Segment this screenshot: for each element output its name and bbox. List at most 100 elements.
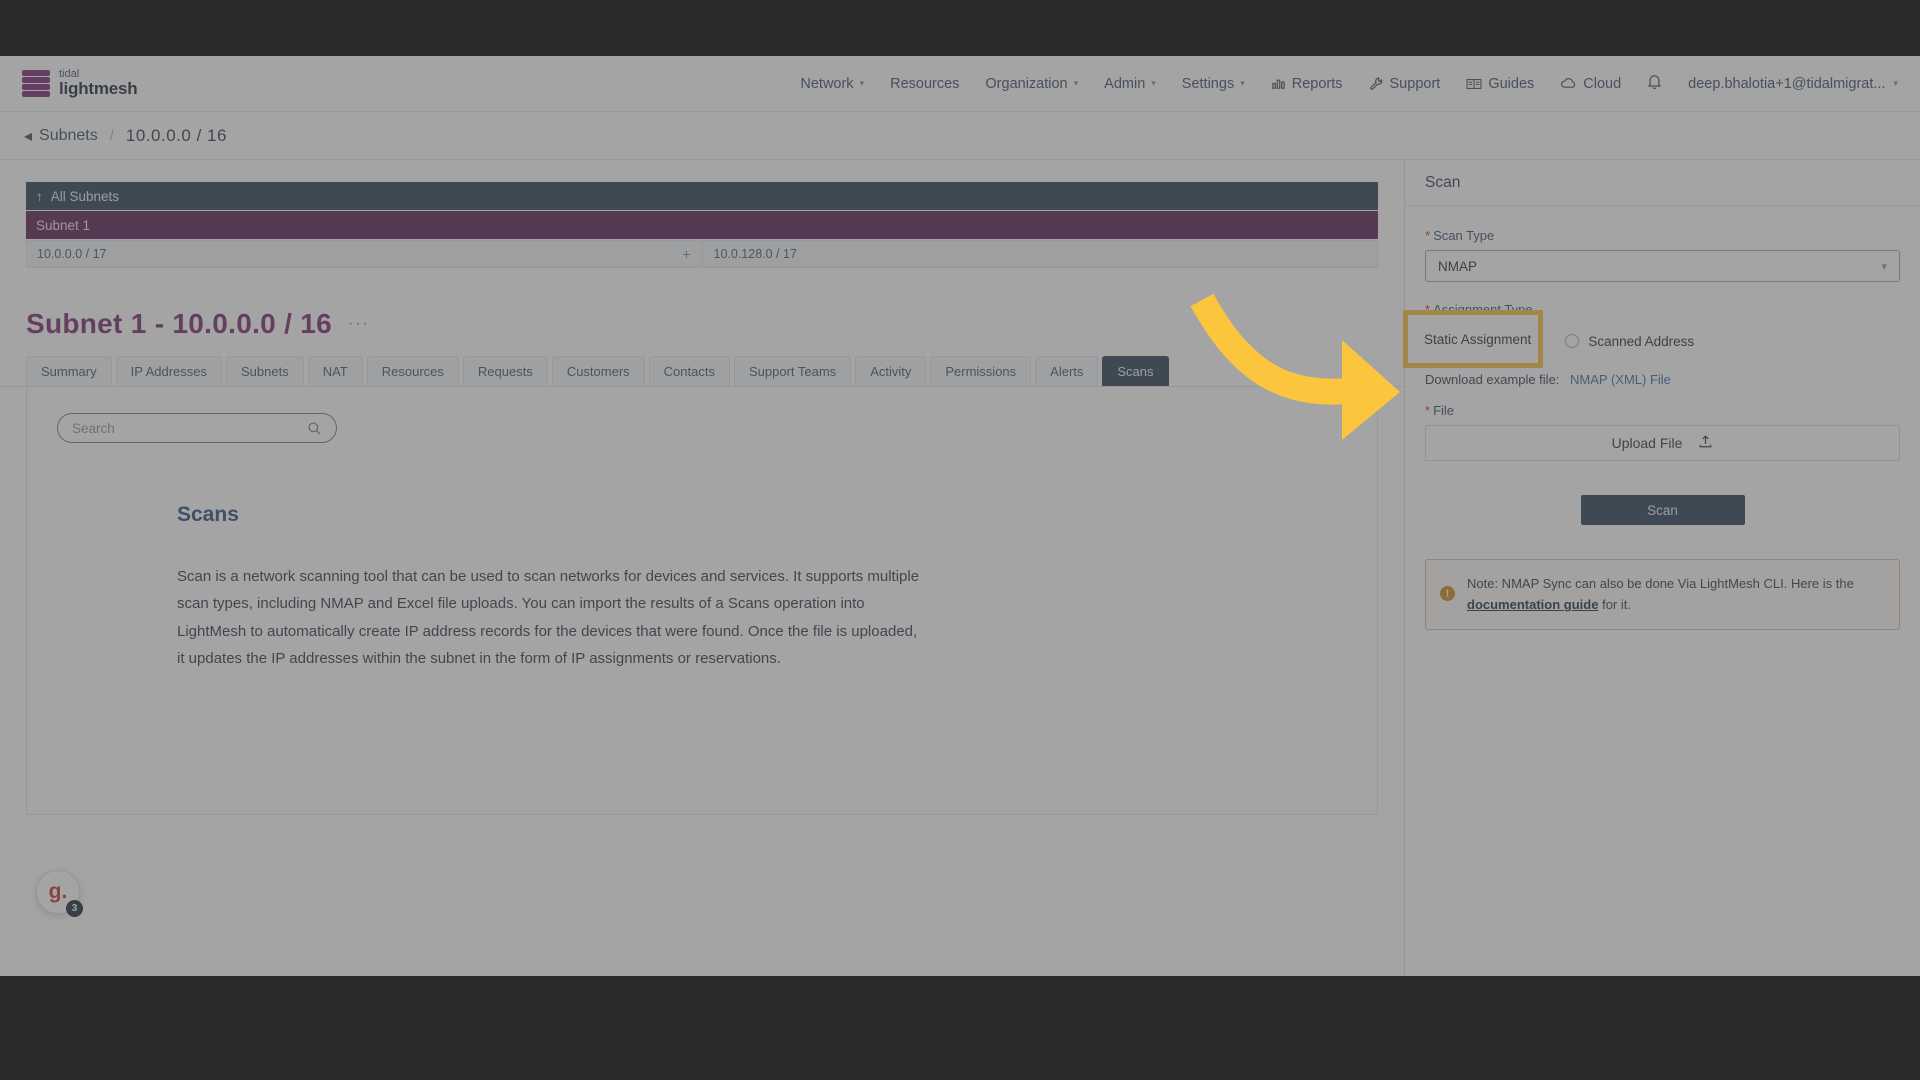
nav-label-organization: Organization <box>985 75 1068 92</box>
upload-file-button[interactable]: Upload File <box>1425 425 1900 461</box>
bell-icon[interactable] <box>1647 73 1662 94</box>
bar-all-subnets[interactable]: ↑ All Subnets <box>26 182 1378 210</box>
download-example-link[interactable]: NMAP (XML) File <box>1570 372 1671 387</box>
wrench-icon <box>1369 76 1384 91</box>
nav-item-reports[interactable]: Reports <box>1271 76 1343 92</box>
application-window: tidal lightmesh Network ▾ Resources Orga… <box>0 56 1920 976</box>
file-label: * File <box>1425 403 1900 418</box>
breadcrumb-separator: / <box>109 127 114 144</box>
nav-item-admin[interactable]: Admin ▾ <box>1104 76 1156 92</box>
nav-item-support[interactable]: Support <box>1369 76 1440 92</box>
tab-requests-label: Requests <box>477 364 533 379</box>
radio-static-assignment[interactable]: Static Assignment <box>1408 332 1531 347</box>
scan-type-label: * Scan Type <box>1425 228 1900 243</box>
cli-note-text-after: for it. <box>1602 597 1631 613</box>
nav-label-reports: Reports <box>1291 75 1343 92</box>
breadcrumb-current: 10.0.0.0 / 16 <box>125 125 227 145</box>
scan-type-label-text: Scan Type <box>1433 228 1495 243</box>
breadcrumb: ◂ Subnets / 10.0.0.0 / 16 <box>0 112 1920 160</box>
tab-requests[interactable]: Requests <box>462 356 548 386</box>
main-content: ↑ All Subnets Subnet 1 10.0.0.0 / 17 + 1… <box>0 160 1404 976</box>
tab-scans-label: Scans <box>1117 364 1154 379</box>
tab-summary[interactable]: Summary <box>26 356 112 386</box>
search-input[interactable] <box>72 420 299 436</box>
subnet-segment-2-label: 10.0.128.0 / 17 <box>713 247 797 261</box>
tab-subnets[interactable]: Subnets <box>226 356 304 386</box>
page-more-actions-button[interactable]: ··· <box>348 315 370 333</box>
subnet-segment-1[interactable]: 10.0.0.0 / 17 + <box>26 240 702 268</box>
nav-label-resources: Resources <box>890 75 960 92</box>
tab-alerts-label: Alerts <box>1050 364 1084 379</box>
scans-panel: Scans Scan is a network scanning tool th… <box>26 387 1378 815</box>
search-box[interactable] <box>57 413 337 443</box>
scan-submit-button[interactable]: Scan <box>1580 495 1745 525</box>
nav-item-guides[interactable]: Guides <box>1466 76 1534 92</box>
documentation-guide-link[interactable]: documentation guide <box>1467 597 1598 612</box>
search-icon[interactable] <box>307 421 322 436</box>
chevron-down-icon: ▾ <box>1240 78 1245 88</box>
nav-label-network: Network <box>800 75 854 92</box>
search-area <box>27 387 1377 443</box>
scan-type-select[interactable]: NMAP ▾ <box>1425 250 1900 282</box>
tab-resources[interactable]: Resources <box>366 356 459 386</box>
tab-activity[interactable]: Activity <box>855 356 927 386</box>
file-label-text: File <box>1433 403 1455 418</box>
page-title: Subnet 1 - 10.0.0.0 / 16 <box>26 308 332 339</box>
scans-description-block: Scans Scan is a network scanning tool th… <box>27 443 927 672</box>
info-icon: ! <box>1440 586 1455 601</box>
help-widget-badge: 3 <box>66 900 83 917</box>
tab-customers[interactable]: Customers <box>551 356 645 386</box>
nav-item-cloud[interactable]: Cloud <box>1560 76 1621 92</box>
cli-note-text-before: Note: NMAP Sync can also be done Via Lig… <box>1467 576 1854 591</box>
nav-item-organization[interactable]: Organization ▾ <box>985 76 1078 92</box>
scans-paragraph: Scan is a network scanning tool that can… <box>177 568 920 667</box>
tab-scans[interactable]: Scans <box>1102 356 1169 386</box>
tab-contacts[interactable]: Contacts <box>648 356 730 386</box>
chevron-down-icon: ▾ <box>1893 78 1898 88</box>
tab-support-teams-label: Support Teams <box>748 364 837 379</box>
subnet-segment-2[interactable]: 10.0.128.0 / 17 <box>702 240 1378 268</box>
arrow-up-icon: ↑ <box>36 188 43 204</box>
radio-scanned-address[interactable]: Scanned Address <box>1565 334 1694 349</box>
brand-line-2: lightmesh <box>59 79 138 99</box>
back-arrow-icon: ◂ <box>24 127 33 145</box>
cli-note-text: Note: NMAP Sync can also be done Via Lig… <box>1467 573 1885 616</box>
cloud-icon <box>1560 77 1577 90</box>
nav-item-network[interactable]: Network ▾ <box>800 76 864 92</box>
subnet-segment-1-label: 10.0.0.0 / 17 <box>37 247 107 261</box>
tab-resources-label: Resources <box>381 364 444 379</box>
user-menu[interactable]: deep.bhalotia+1@tidalmigrat... ▾ <box>1688 76 1898 92</box>
nav-item-resources[interactable]: Resources <box>890 76 959 92</box>
book-icon <box>1466 77 1482 91</box>
lightmesh-logo-icon <box>22 69 50 98</box>
tab-bar: Summary IP Addresses Subnets NAT Resourc… <box>0 340 1404 387</box>
tab-permissions[interactable]: Permissions <box>930 356 1032 386</box>
radio-static-assignment-label: Static Assignment <box>1424 331 1532 347</box>
tab-activity-label: Activity <box>870 364 912 379</box>
tab-nat[interactable]: NAT <box>307 356 363 386</box>
nav-label-admin: Admin <box>1104 75 1146 92</box>
scan-form: *Scan Type NMAP ▾ *Assignment Type Stati… <box>1403 206 1920 652</box>
tab-permissions-label: Permissions <box>945 364 1017 379</box>
tab-alerts[interactable]: Alerts <box>1035 356 1099 386</box>
breadcrumb-back-link[interactable]: ◂ Subnets <box>24 126 98 146</box>
bar-subnet-1[interactable]: Subnet 1 <box>26 211 1378 239</box>
tab-ip-addresses-label: IP Addresses <box>130 364 207 379</box>
plus-icon[interactable]: + <box>682 246 690 262</box>
subnet-visual-bars: ↑ All Subnets Subnet 1 10.0.0.0 / 17 + 1… <box>0 160 1404 268</box>
tab-support-teams[interactable]: Support Teams <box>733 356 852 386</box>
screen: tidal lightmesh Network ▾ Resources Orga… <box>0 0 1920 1080</box>
radio-dot-icon <box>1565 334 1580 348</box>
breadcrumb-back-label: Subnets <box>39 126 98 144</box>
chevron-down-icon: ▾ <box>1073 78 1079 88</box>
brand-logo[interactable]: tidal lightmesh <box>22 68 138 99</box>
help-widget-button[interactable]: g. 3 <box>36 870 83 917</box>
scans-heading: Scans <box>177 503 239 526</box>
chevron-down-icon: ▾ <box>1881 260 1887 273</box>
cli-note-callout: ! Note: NMAP Sync can also be done Via L… <box>1425 559 1900 630</box>
nav-item-settings[interactable]: Settings ▾ <box>1182 76 1245 92</box>
user-email-label: deep.bhalotia+1@tidalmigrat... <box>1688 75 1886 92</box>
tab-ip-addresses[interactable]: IP Addresses <box>115 356 222 386</box>
nav-items: Network ▾ Resources Organization ▾ Admin… <box>800 73 1898 94</box>
nav-label-cloud: Cloud <box>1583 75 1622 92</box>
